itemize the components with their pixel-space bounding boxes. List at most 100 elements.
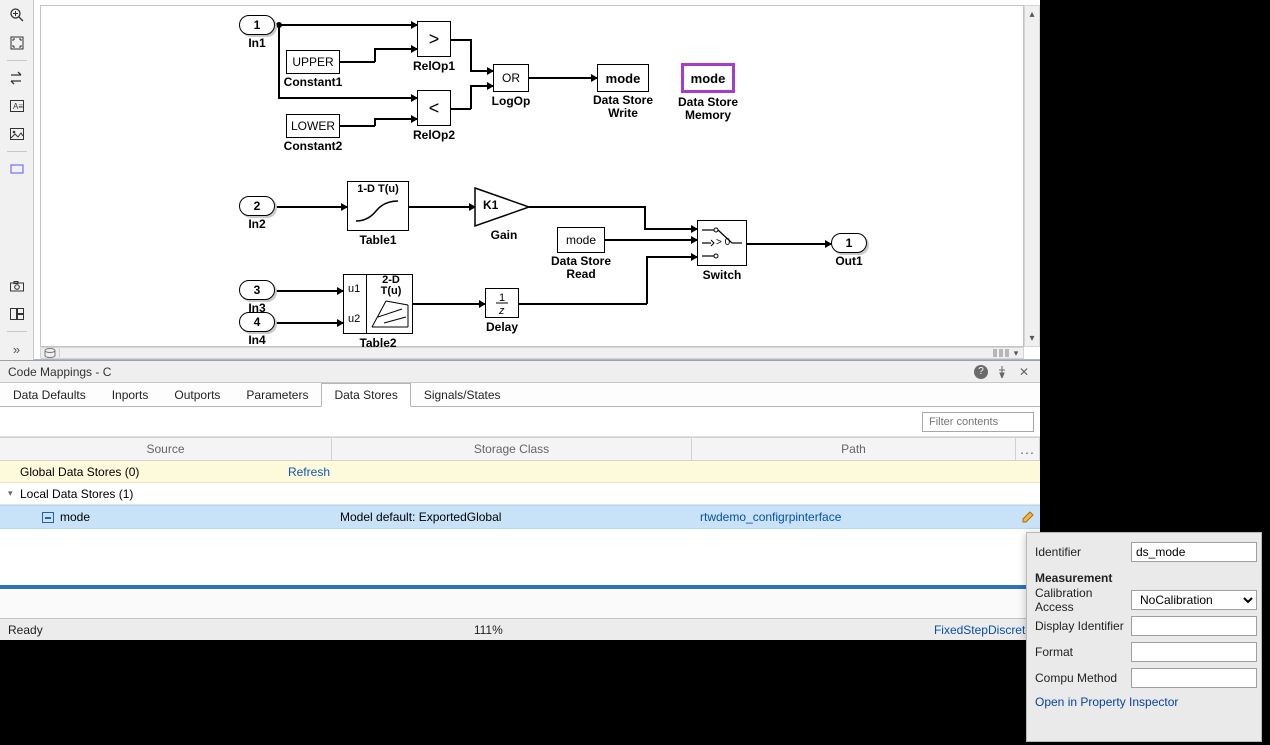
nav-indicator: ▾ — [993, 348, 1023, 358]
image-icon[interactable] — [5, 123, 29, 145]
section-global-label: Global Data Stores (0) — [20, 465, 139, 479]
canvas-vscroll[interactable]: ▴▾ — [1024, 5, 1040, 347]
tab-inports[interactable]: Inports — [99, 383, 162, 406]
compu-method-label: Compu Method — [1035, 671, 1125, 685]
format-input[interactable] — [1131, 642, 1257, 662]
port-out1[interactable]: 1 — [831, 233, 867, 253]
rect-icon[interactable] — [5, 158, 29, 180]
cell-path[interactable]: rtwdemo_configrpinterface — [692, 510, 1016, 524]
port-in1[interactable]: 1 — [239, 15, 275, 35]
section-global[interactable]: Global Data Stores (0) Refresh — [0, 461, 1040, 483]
cell-source: mode — [0, 510, 332, 524]
block-dsread[interactable]: mode — [557, 227, 605, 253]
col-path[interactable]: Path — [692, 438, 1016, 460]
row-name: mode — [60, 510, 90, 524]
panel-icon[interactable] — [5, 303, 29, 325]
app-window: A≡ » 1 In1 UPPER Constant1 LOWER Constan… — [0, 0, 1040, 640]
grid-empty — [0, 529, 1040, 589]
block-logop[interactable]: OR — [493, 64, 529, 92]
label-in4: In4 — [241, 333, 273, 347]
collapse-icon[interactable]: » — [5, 338, 29, 360]
calibration-select[interactable]: NoCalibration — [1131, 590, 1257, 610]
status-solver[interactable]: FixedStepDiscrete — [934, 623, 1032, 637]
datastore-row-icon — [42, 512, 54, 523]
text-table2: 2-D T(u) — [372, 275, 410, 297]
close-icon[interactable]: ✕ — [1016, 364, 1032, 380]
code-mappings-title: Code Mappings - C — [8, 365, 111, 379]
open-inspector-link[interactable]: Open in Property Inspector — [1035, 695, 1178, 709]
label-dsread: Data Store Read — [547, 255, 615, 281]
block-relop1[interactable]: > — [417, 21, 451, 57]
label-in1: In1 — [241, 36, 273, 50]
col-source[interactable]: Source — [0, 438, 332, 460]
canvas-toolbar: A≡ » — [0, 0, 34, 360]
col-more[interactable]: ... — [1016, 438, 1040, 460]
block-switch[interactable]: > 0 — [697, 220, 747, 266]
block-table2[interactable]: u1 u2 2-D T(u) — [343, 274, 413, 334]
block-delay[interactable]: 1z — [485, 288, 519, 318]
filter-input[interactable] — [922, 412, 1034, 432]
refresh-link[interactable]: Refresh — [288, 465, 330, 479]
calibration-label: Calibration Access — [1035, 586, 1125, 614]
port-in2[interactable]: 2 — [239, 196, 275, 216]
zoom-in-icon[interactable] — [5, 4, 29, 26]
canvas-bottom-bar: ▾ — [40, 347, 1024, 359]
text-box-icon[interactable]: A≡ — [5, 95, 29, 117]
block-relop2[interactable]: < — [417, 90, 451, 126]
identifier-input[interactable] — [1131, 542, 1257, 562]
status-zoom: 111% — [474, 623, 503, 637]
label-delay: Delay — [482, 320, 522, 334]
label-switch: Switch — [698, 268, 746, 282]
text-constant2: LOWER — [291, 119, 335, 133]
label-relop1: RelOp1 — [405, 59, 463, 73]
tab-signals-states[interactable]: Signals/States — [411, 383, 514, 406]
table-row[interactable]: mode Model default: ExportedGlobal rtwde… — [0, 505, 1040, 529]
block-constant1[interactable]: UPPER — [286, 50, 340, 74]
tab-data-stores[interactable]: Data Stores — [321, 383, 410, 407]
camera-icon[interactable] — [5, 275, 29, 297]
block-constant2[interactable]: LOWER — [286, 114, 340, 138]
compu-method-input[interactable] — [1131, 668, 1257, 688]
block-dswrite[interactable]: mode — [597, 64, 649, 92]
text-table1: 1-D T(u) — [348, 182, 408, 195]
port-num: 2 — [254, 199, 261, 213]
fit-view-icon[interactable] — [5, 32, 29, 54]
label-dsmem: Data Store Memory — [675, 96, 741, 122]
block-dsmemory[interactable]: mode — [681, 63, 735, 93]
label-gain: Gain — [485, 228, 523, 242]
port-in4[interactable]: 4 — [239, 312, 275, 332]
text-constant1: UPPER — [292, 55, 333, 69]
block-table1[interactable]: 1-D T(u) — [347, 181, 409, 231]
code-mappings-tabs: Data DefaultsInportsOutportsParametersDa… — [0, 383, 1040, 407]
label-in3: In3 — [241, 301, 273, 315]
code-mappings-pane: Code Mappings - C ? ✕ Data DefaultsInpor… — [0, 360, 1040, 618]
canvas-hscroll[interactable]: ▾ — [60, 347, 1024, 359]
edit-button[interactable] — [1016, 510, 1040, 524]
tab-parameters[interactable]: Parameters — [233, 383, 321, 406]
svg-text:A≡: A≡ — [13, 102, 23, 111]
port-in3[interactable]: 3 — [239, 280, 275, 300]
text-logop: OR — [502, 71, 520, 85]
measurement-heading: Measurement — [1035, 571, 1257, 585]
tab-data-defaults[interactable]: Data Defaults — [0, 383, 99, 406]
display-identifier-label: Display Identifier — [1035, 619, 1125, 633]
text-relop1: > — [429, 29, 440, 50]
port-num: 4 — [254, 315, 261, 329]
section-local[interactable]: ▾ Local Data Stores (1) — [0, 483, 1040, 505]
datastore-icon[interactable] — [40, 347, 60, 359]
tab-outports[interactable]: Outports — [161, 383, 233, 406]
col-storage[interactable]: Storage Class — [332, 438, 692, 460]
format-label: Format — [1035, 645, 1125, 659]
status-bar: Ready 111% FixedStepDiscrete — [0, 618, 1040, 640]
block-gain[interactable] — [473, 186, 533, 228]
label-logop: LogOp — [488, 94, 534, 108]
swap-icon[interactable] — [5, 67, 29, 89]
text-switch: > 0 — [716, 237, 730, 248]
text-gain: K1 — [483, 198, 498, 212]
pin-icon[interactable] — [994, 364, 1010, 380]
help-icon[interactable]: ? — [974, 365, 988, 379]
scroll-down-icon[interactable]: ▾ — [1025, 330, 1039, 346]
scroll-up-icon[interactable]: ▴ — [1025, 6, 1039, 22]
model-canvas[interactable]: 1 In1 UPPER Constant1 LOWER Constant2 > … — [40, 5, 1024, 347]
display-identifier-input[interactable] — [1131, 616, 1257, 636]
